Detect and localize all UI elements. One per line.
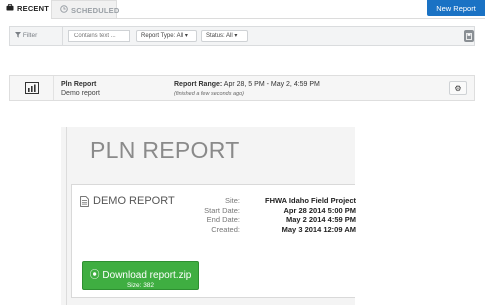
briefcase-icon — [6, 4, 14, 13]
tab-recent[interactable]: RECENT — [0, 0, 51, 19]
tab-recent-label: RECENT — [17, 4, 50, 13]
meta-label-created: Created: — [211, 224, 240, 234]
bar-chart-icon — [24, 82, 39, 94]
new-report-button[interactable]: New Report — [427, 0, 485, 16]
chevron-down-icon: ▾ — [234, 33, 238, 39]
status-dropdown[interactable]: Status: All ▾ — [201, 30, 248, 42]
download-report-button[interactable]: ⦿ Download report.zip Size: 382 — [82, 261, 199, 290]
filter-label: Filter — [15, 32, 37, 39]
download-size: Size: 382 — [126, 282, 155, 289]
report-name[interactable]: Pln Report — [61, 81, 96, 88]
report-range-label: Report Range: — [174, 81, 223, 88]
meta-value-site: FHWA Idaho Field Project — [265, 196, 356, 205]
download-icon: ⦿ — [89, 270, 100, 281]
save-filter-button[interactable] — [464, 30, 474, 42]
save-icon — [466, 32, 472, 40]
tab-divider-gap — [0, 18, 51, 19]
report-row[interactable]: Pln Report Demo report Report Range: Apr… — [9, 75, 475, 101]
report-detail-page: PLN REPORT DEMO REPORT Site: Start Date:… — [61, 127, 356, 305]
meta-value-end: May 2 2014 4:59 PM — [285, 215, 356, 224]
meta-label-site: Site: — [224, 196, 240, 205]
status-label: Status: All — [206, 33, 233, 39]
report-range: Report Range: Apr 28, 5 PM - May 2, 4:59… — [174, 81, 320, 88]
search-input[interactable] — [68, 30, 130, 42]
report-card: DEMO REPORT Site: Start Date: End Date: … — [71, 184, 356, 298]
filter-divider — [62, 27, 63, 45]
meta-label-start: Start Date: — [204, 205, 240, 215]
report-settings-button[interactable]: ⚙ — [449, 81, 467, 95]
report-description: Demo report — [61, 90, 100, 97]
meta-values: FHWA Idaho Field Project Apr 28 2014 5:0… — [246, 196, 356, 234]
page-title: PLN REPORT — [90, 137, 240, 163]
report-type-dropdown[interactable]: Report Type: All ▾ — [136, 30, 197, 42]
download-label: Download report.zip — [102, 270, 192, 281]
chevron-down-icon: ▾ — [184, 33, 188, 39]
tab-divider — [0, 18, 485, 19]
report-type-label: Report Type: All — [141, 33, 184, 39]
report-type-box — [10, 76, 54, 100]
filter-bar: Filter Report Type: All ▾ Status: All ▾ — [9, 26, 475, 46]
filter-icon — [15, 32, 23, 39]
report-finished-status: (finished a few seconds ago) — [174, 91, 245, 97]
report-range-value: Apr 28, 5 PM - May 2, 4:59 PM — [223, 81, 320, 88]
clock-icon — [60, 5, 68, 15]
gear-icon: ⚙ — [454, 83, 462, 93]
document-icon — [80, 195, 89, 207]
page: RECENT SCHEDULED New Report Filter Repor… — [0, 0, 485, 305]
report-card-title: DEMO REPORT — [93, 195, 175, 207]
meta-value-created: May 3 2014 12:09 AM — [281, 224, 356, 234]
page-left-rule — [66, 127, 67, 305]
download-label-row: ⦿ Download report.zip — [83, 266, 198, 281]
tab-bar: RECENT SCHEDULED New Report — [0, 0, 485, 19]
meta-labels: Site: Start Date: End Date: Created: — [176, 196, 240, 234]
report-card-header: DEMO REPORT — [80, 195, 175, 207]
meta-label-end: End Date: — [206, 215, 240, 224]
meta-value-start: Apr 28 2014 5:00 PM — [283, 205, 356, 215]
tab-scheduled[interactable]: SCHEDULED — [51, 0, 120, 19]
tab-scheduled-label: SCHEDULED — [71, 5, 120, 15]
filter-label-text: Filter — [22, 32, 38, 39]
